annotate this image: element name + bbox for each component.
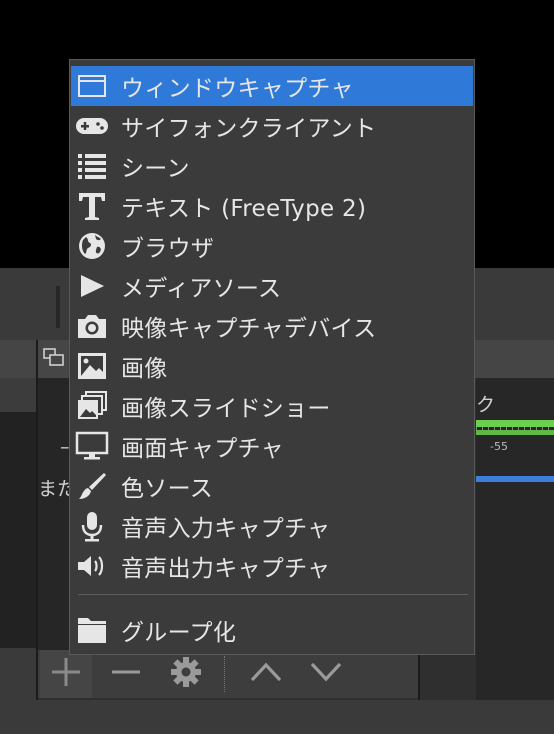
menu-item-label: シーン xyxy=(121,156,190,182)
menu-item-media-source[interactable]: メディアソース xyxy=(71,266,473,306)
status-bar xyxy=(0,700,554,734)
scenes-panel-header xyxy=(0,378,36,412)
play-icon xyxy=(71,266,113,306)
camera-icon xyxy=(71,306,113,346)
move-source-down-button[interactable] xyxy=(308,654,344,694)
volume-meter-bar-2 xyxy=(476,430,554,435)
menu-item-scene[interactable]: シーン xyxy=(71,146,473,186)
monitor-icon xyxy=(71,426,113,466)
gamepad-icon xyxy=(71,106,113,146)
menu-item-label: ブラウザ xyxy=(121,236,215,262)
menu-item-label: メディアソース xyxy=(121,276,282,302)
chevron-up-icon xyxy=(250,662,282,682)
brush-icon xyxy=(71,466,113,506)
menu-item-text-freetype[interactable]: テキスト (FreeType 2) xyxy=(71,186,473,226)
menu-item-label: 画像 xyxy=(121,356,168,382)
toolbar-divider xyxy=(224,656,225,692)
menu-item-label: 映像キャプチャデバイス xyxy=(121,316,377,342)
image-icon xyxy=(71,346,113,386)
menu-item-label: テキスト (FreeType 2) xyxy=(121,196,367,222)
move-source-up-button[interactable] xyxy=(248,654,284,694)
menu-item-label: 画面キャプチャ xyxy=(121,436,284,462)
menu-item-group[interactable]: グループ化 xyxy=(71,610,473,650)
gear-icon xyxy=(171,657,201,687)
menu-item-image[interactable]: 画像 xyxy=(71,346,473,386)
audio-source-label-fragment: ク xyxy=(476,394,496,416)
menu-item-syphon-client[interactable]: サイフォンクライアント xyxy=(71,106,473,146)
scenes-panel xyxy=(0,378,36,648)
menu-item-window-capture[interactable]: ウィンドウキャプチャ xyxy=(71,66,473,106)
menu-item-label: 音声出力キャプチャ xyxy=(121,556,331,582)
menu-item-label: サイフォンクライアント xyxy=(121,116,377,142)
toolbar-separator xyxy=(56,286,60,328)
speaker-icon xyxy=(71,546,113,586)
menu-item-label: 画像スライドショー xyxy=(121,396,331,422)
sources-dock-icon[interactable] xyxy=(42,346,66,370)
slideshow-icon xyxy=(71,386,113,426)
remove-source-button[interactable] xyxy=(108,654,144,694)
minus-icon xyxy=(112,670,140,674)
add-source-button[interactable] xyxy=(48,654,84,694)
panel-divider-right xyxy=(418,650,420,700)
menu-item-display-capture[interactable]: 画面キャプチャ xyxy=(71,426,473,466)
folder-icon xyxy=(71,610,113,650)
volume-slider[interactable] xyxy=(476,476,554,482)
menu-item-audio-output-capture[interactable]: 音声出力キャプチャ xyxy=(71,546,473,586)
sources-panel-header xyxy=(38,340,70,378)
menu-separator xyxy=(78,594,468,595)
meter-tick-label: -55 xyxy=(490,440,508,453)
list-icon xyxy=(71,146,113,186)
text-icon xyxy=(71,186,113,226)
microphone-icon xyxy=(71,506,113,546)
sources-panel xyxy=(38,378,70,650)
scenes-toolbar xyxy=(0,648,36,700)
chevron-down-icon xyxy=(310,662,342,682)
menu-item-color-source[interactable]: 色ソース xyxy=(71,466,473,506)
sources-toolbar xyxy=(38,650,418,698)
volume-meter-bar xyxy=(476,420,554,427)
menu-item-image-slideshow[interactable]: 画像スライドショー xyxy=(71,386,473,426)
menu-item-label: グループ化 xyxy=(121,620,237,646)
add-source-menu: ウィンドウキャプチャ サイフォンクライアント シーン テキスト (FreeTyp… xyxy=(69,59,475,655)
source-properties-button[interactable] xyxy=(168,654,204,694)
globe-icon xyxy=(71,226,113,266)
menu-item-audio-input-capture[interactable]: 音声入力キャプチャ xyxy=(71,506,473,546)
window-icon xyxy=(71,66,113,106)
plus-icon xyxy=(52,658,80,686)
menu-item-browser[interactable]: ブラウザ xyxy=(71,226,473,266)
menu-item-label: 音声入力キャプチャ xyxy=(121,516,331,542)
menu-item-video-capture-device[interactable]: 映像キャプチャデバイス xyxy=(71,306,473,346)
menu-item-label: 色ソース xyxy=(121,476,214,502)
menu-item-label: ウィンドウキャプチャ xyxy=(121,76,354,102)
